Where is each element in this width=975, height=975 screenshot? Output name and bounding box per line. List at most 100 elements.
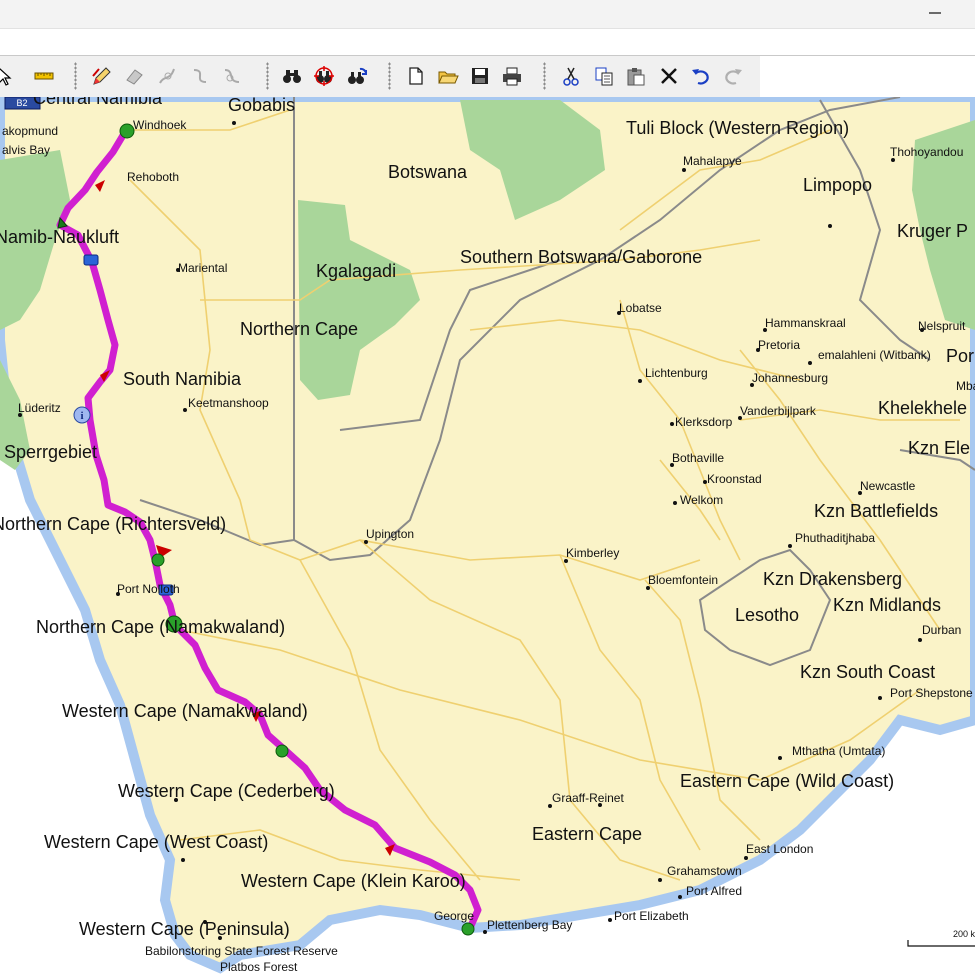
binoculars-icon <box>283 70 301 83</box>
close-icon <box>661 68 677 84</box>
printer-icon <box>503 67 521 86</box>
find-nearby-tool[interactable] <box>312 64 336 88</box>
new-button[interactable] <box>404 64 428 88</box>
label-mariental: Mariental <box>178 261 227 275</box>
label-plettenberg-bay: Plettenberg Bay <box>487 918 572 932</box>
label-southern-botswana: Southern Botswana/Gaborone <box>460 247 702 267</box>
route-tool-1[interactable] <box>155 64 179 88</box>
redo-icon <box>725 69 742 85</box>
label-luderitz: Lüderitz <box>18 401 61 415</box>
paste-button[interactable] <box>624 64 648 88</box>
label-emalahleni: emalahleni (Witbank) <box>818 348 931 362</box>
label-port-elizabeth: Port Elizabeth <box>614 909 689 923</box>
label-bothaville: Bothaville <box>672 451 724 465</box>
label-klerksdorp: Klerksdorp <box>675 415 733 429</box>
label-mbabane: Mbaban <box>956 379 975 393</box>
map-canvas[interactable]: i B2 Central Namibia Gobabis Tuli Block … <box>0 97 975 975</box>
label-klein-karoo: Western Cape (Klein Karoo) <box>241 871 466 891</box>
label-vanderbijlpark: Vanderbijlpark <box>740 404 817 418</box>
label-hammanskraal: Hammanskraal <box>765 316 846 330</box>
label-walvis-bay: alvis Bay <box>2 143 50 157</box>
arrow-icon <box>0 68 12 86</box>
draw-route-tool[interactable] <box>90 64 114 88</box>
toolbar-grip <box>543 62 546 90</box>
binoculars-refresh-icon <box>348 67 367 84</box>
label-wild-coast: Eastern Cape (Wild Coast) <box>680 771 894 791</box>
label-george: George <box>434 909 474 923</box>
label-bloemfontein: Bloemfontein <box>648 573 718 587</box>
measure-tool[interactable] <box>32 64 56 88</box>
label-namakwaland-nc: Northern Cape (Namakwaland) <box>36 617 285 637</box>
undo-icon <box>692 69 709 85</box>
label-keetmanshoop: Keetmanshoop <box>188 396 269 410</box>
label-mthatha: Mthatha (Umtata) <box>792 744 885 758</box>
clipboard-icon <box>627 68 645 86</box>
label-richtersveld: Northern Cape (Richtersveld) <box>0 514 226 534</box>
disk-icon <box>472 68 488 84</box>
label-south-namibia: South Namibia <box>123 369 242 389</box>
new-file-icon <box>409 67 423 85</box>
label-babilonstoring: Babilonstoring State Forest Reserve <box>145 944 338 958</box>
label-grahamstown: Grahamstown <box>667 864 742 878</box>
label-kruger: Kruger P <box>897 221 968 241</box>
label-pretoria: Pretoria <box>758 338 800 352</box>
label-namib-naukluft: Namib-Naukluft <box>0 227 119 247</box>
label-thohoyandou: Thohoyandou <box>890 145 963 159</box>
undo-button[interactable] <box>689 64 713 88</box>
svg-text:200 k: 200 k <box>953 929 975 939</box>
ruler-icon <box>34 72 54 80</box>
route-icon <box>224 69 240 83</box>
save-button[interactable] <box>468 64 492 88</box>
route-tool-2[interactable] <box>188 64 212 88</box>
label-swakopmund: akopmund <box>2 124 58 138</box>
label-kimberley: Kimberley <box>566 546 619 560</box>
toolbar-grip <box>388 62 391 90</box>
svg-text:B2: B2 <box>16 98 27 108</box>
label-sperrgebiet: Sperrgebiet <box>4 442 97 462</box>
label-east-london: East London <box>746 842 813 856</box>
label-lichtenburg: Lichtenburg <box>645 366 708 380</box>
label-rehoboth: Rehoboth <box>127 170 179 184</box>
find-tool[interactable] <box>280 64 304 88</box>
label-port-alfred: Port Alfred <box>686 884 742 898</box>
toolbar-grip <box>266 62 269 90</box>
minimize-icon[interactable] <box>929 12 941 14</box>
label-kzn-battlefields: Kzn Battlefields <box>814 501 938 521</box>
label-namakwaland-wc: Western Cape (Namakwaland) <box>62 701 308 721</box>
label-mahalapye: Mahalapye <box>683 154 742 168</box>
label-johannesburg: Johannesburg <box>752 371 828 385</box>
copy-button[interactable] <box>592 64 616 88</box>
open-button[interactable] <box>436 64 460 88</box>
label-por: Por <box>946 346 974 366</box>
erase-tool[interactable] <box>122 64 146 88</box>
label-graaff-reinet: Graaff-Reinet <box>552 791 624 805</box>
label-lobatse: Lobatse <box>619 301 662 315</box>
redo-button[interactable] <box>721 64 745 88</box>
folder-icon <box>438 71 459 84</box>
select-tool[interactable] <box>0 64 16 88</box>
label-kzn-drakensberg: Kzn Drakensberg <box>763 569 902 589</box>
label-central-namibia: Central Namibia <box>33 97 163 108</box>
copy-icon <box>595 67 613 86</box>
route-tool-3[interactable] <box>220 64 244 88</box>
label-kgalagadi: Kgalagadi <box>316 261 396 281</box>
svg-text:i: i <box>80 410 83 422</box>
toolbar-grip <box>74 62 77 90</box>
label-khelekhele: Khelekhele <box>878 398 967 418</box>
route-icon <box>193 69 207 83</box>
print-button[interactable] <box>500 64 524 88</box>
label-lesotho: Lesotho <box>735 605 799 625</box>
label-kroonstad: Kroonstad <box>707 472 762 486</box>
find-again-tool[interactable] <box>345 64 369 88</box>
label-phuthaditjhaba: Phuthaditjhaba <box>795 531 875 545</box>
pencil-icon <box>92 67 111 85</box>
label-gobabis: Gobabis <box>228 97 295 115</box>
map-view[interactable]: i B2 Central Namibia Gobabis Tuli Block … <box>0 97 975 975</box>
label-limpopo: Limpopo <box>803 175 872 195</box>
scissors-icon <box>563 67 579 86</box>
cut-button[interactable] <box>559 64 583 88</box>
label-northern-cape: Northern Cape <box>240 319 358 339</box>
label-welkom: Welkom <box>680 493 723 507</box>
delete-button[interactable] <box>657 64 681 88</box>
binoculars-target-icon <box>314 66 334 86</box>
